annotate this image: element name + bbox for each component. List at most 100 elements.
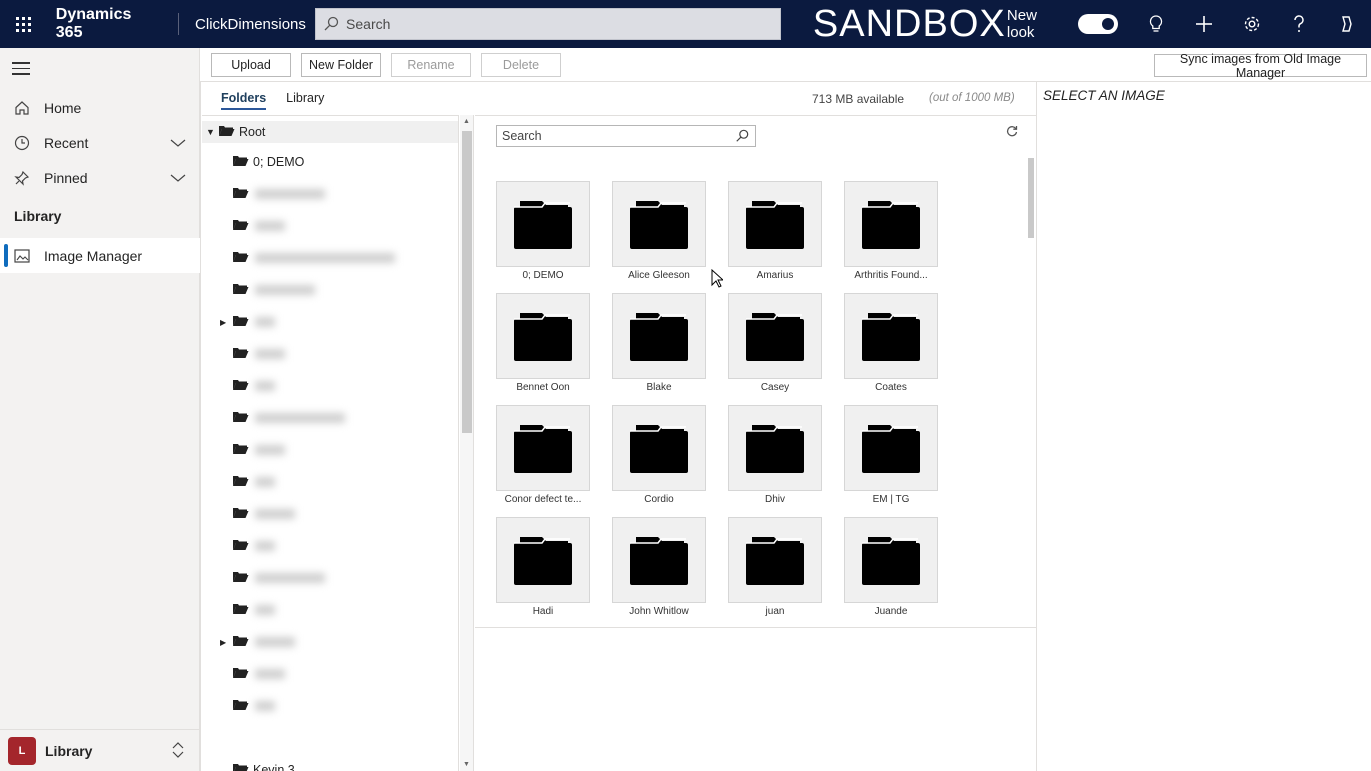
redacted-label: [255, 189, 325, 199]
plus-icon[interactable]: [1180, 0, 1228, 48]
folder-icon: [612, 517, 706, 603]
sync-images-button[interactable]: Sync images from Old Image Manager: [1154, 52, 1367, 80]
tree-node[interactable]: [202, 599, 458, 621]
tree-node[interactable]: [202, 663, 458, 685]
folder-search-input[interactable]: Search: [496, 125, 756, 147]
folder-tile[interactable]: Alice Gleeson: [612, 181, 706, 281]
tree-node[interactable]: ▶: [202, 311, 458, 333]
folder-tile[interactable]: Bennet Oon: [496, 293, 590, 393]
global-search-input[interactable]: Search: [315, 8, 781, 40]
expand-right-icon[interactable]: ▶: [220, 318, 230, 327]
app-launcher-button[interactable]: [0, 0, 48, 48]
lightbulb-icon[interactable]: [1132, 0, 1180, 48]
refresh-icon[interactable]: [1006, 124, 1018, 142]
folder-tile[interactable]: juan: [728, 517, 822, 617]
folder-tile[interactable]: 0; DEMO: [496, 181, 590, 281]
tree-node[interactable]: [202, 375, 458, 397]
folder-tile[interactable]: Conor defect te...: [496, 405, 590, 505]
folder-open-icon: [232, 538, 249, 554]
tree-node[interactable]: [202, 695, 458, 717]
folder-icon: [496, 405, 590, 491]
scrollbar-thumb[interactable]: [1028, 158, 1034, 238]
nav-pinned-label: Pinned: [44, 169, 88, 186]
search-icon[interactable]: [735, 129, 749, 146]
nav-group-library: Library: [14, 208, 62, 224]
new-look-label: New look: [1006, 7, 1037, 41]
folder-tile[interactable]: Casey: [728, 293, 822, 393]
tree-node[interactable]: [202, 567, 458, 589]
tree-node[interactable]: [202, 183, 458, 205]
tree-node[interactable]: [202, 343, 458, 365]
site-map: Home Recent Pinned Library Image Manager…: [0, 48, 200, 771]
folder-icon: [844, 405, 938, 491]
folder-tile[interactable]: Hadi: [496, 517, 590, 617]
folder-tile[interactable]: John Whitlow: [612, 517, 706, 617]
expand-down-icon[interactable]: ▼: [206, 127, 216, 137]
nav-item-home[interactable]: Home: [0, 90, 200, 125]
new-look-toggle[interactable]: [1078, 14, 1119, 34]
tree-node[interactable]: 0; DEMO: [202, 151, 458, 173]
rename-button[interactable]: Rename: [391, 53, 471, 77]
folder-tile-label: Bennet Oon: [516, 382, 570, 393]
tab-library[interactable]: Library: [286, 91, 324, 110]
nav-item-pinned[interactable]: Pinned: [0, 160, 200, 195]
tree-node[interactable]: [202, 407, 458, 429]
tree-node[interactable]: [202, 247, 458, 269]
folder-tile[interactable]: Juande: [844, 517, 938, 617]
tree-node-root[interactable]: ▼ Root: [202, 121, 458, 143]
tree-node[interactable]: [202, 471, 458, 493]
folder-open-icon: [232, 442, 249, 458]
scrollbar-thumb[interactable]: [462, 131, 472, 433]
chevron-up-down-icon: [172, 742, 184, 761]
tree-node[interactable]: ▶: [202, 631, 458, 653]
nav-item-recent[interactable]: Recent: [0, 125, 200, 160]
help-icon[interactable]: [1275, 0, 1323, 48]
folder-tile-label: Conor defect te...: [504, 494, 582, 505]
folder-tile[interactable]: EM | TG: [844, 405, 938, 505]
redacted-label: [255, 509, 295, 519]
storage-total: (out of 1000 MB): [929, 92, 1015, 104]
tree-node[interactable]: [202, 535, 458, 557]
chevron-down-icon[interactable]: [170, 170, 186, 186]
panel-tabs: Folders Library: [221, 91, 324, 110]
folder-tile-label: Coates: [875, 382, 907, 393]
delete-button[interactable]: Delete: [481, 53, 561, 77]
redacted-label: [255, 253, 395, 263]
gear-icon[interactable]: [1228, 0, 1276, 48]
folder-tile[interactable]: Amarius: [728, 181, 822, 281]
folder-tile-label: 0; DEMO: [522, 270, 564, 281]
grid-scrollbar[interactable]: [1026, 158, 1036, 628]
folder-tile[interactable]: Cordio: [612, 405, 706, 505]
new-folder-button[interactable]: New Folder: [301, 53, 381, 77]
global-search-placeholder: Search: [346, 16, 391, 32]
app-name[interactable]: ClickDimensions: [179, 16, 315, 33]
folder-tile[interactable]: Dhiv: [728, 405, 822, 505]
expand-right-icon[interactable]: ▶: [220, 638, 230, 647]
nav-item-image-manager[interactable]: Image Manager: [0, 238, 200, 273]
folder-tile-label: Amarius: [756, 270, 794, 281]
folder-open-icon: [232, 186, 249, 202]
area-badge: L: [8, 736, 36, 765]
folder-icon: [612, 405, 706, 491]
upload-button[interactable]: Upload: [211, 53, 291, 77]
tree-node[interactable]: [202, 503, 458, 525]
copilot-icon[interactable]: [1323, 0, 1371, 48]
folder-open-icon: [232, 570, 249, 586]
tree-scrollbar[interactable]: ▲ ▼: [460, 115, 474, 771]
folder-tile[interactable]: Coates: [844, 293, 938, 393]
hamburger-menu-icon[interactable]: [12, 62, 30, 79]
folder-tile[interactable]: Blake: [612, 293, 706, 393]
brand-name[interactable]: Dynamics 365: [48, 6, 178, 42]
mouse-cursor-icon: [711, 268, 725, 293]
scroll-down-icon[interactable]: ▼: [463, 761, 470, 768]
scroll-up-icon[interactable]: ▲: [463, 118, 470, 125]
tab-folders[interactable]: Folders: [221, 91, 267, 110]
folder-icon: [612, 181, 706, 267]
tree-node[interactable]: [202, 215, 458, 237]
area-switcher[interactable]: L Library: [0, 729, 200, 771]
tree-node[interactable]: [202, 279, 458, 301]
tree-node[interactable]: Kevin 3: [202, 759, 458, 771]
chevron-down-icon[interactable]: [170, 135, 186, 151]
folder-tile[interactable]: Arthritis Found...: [844, 181, 938, 281]
tree-node[interactable]: [202, 439, 458, 461]
